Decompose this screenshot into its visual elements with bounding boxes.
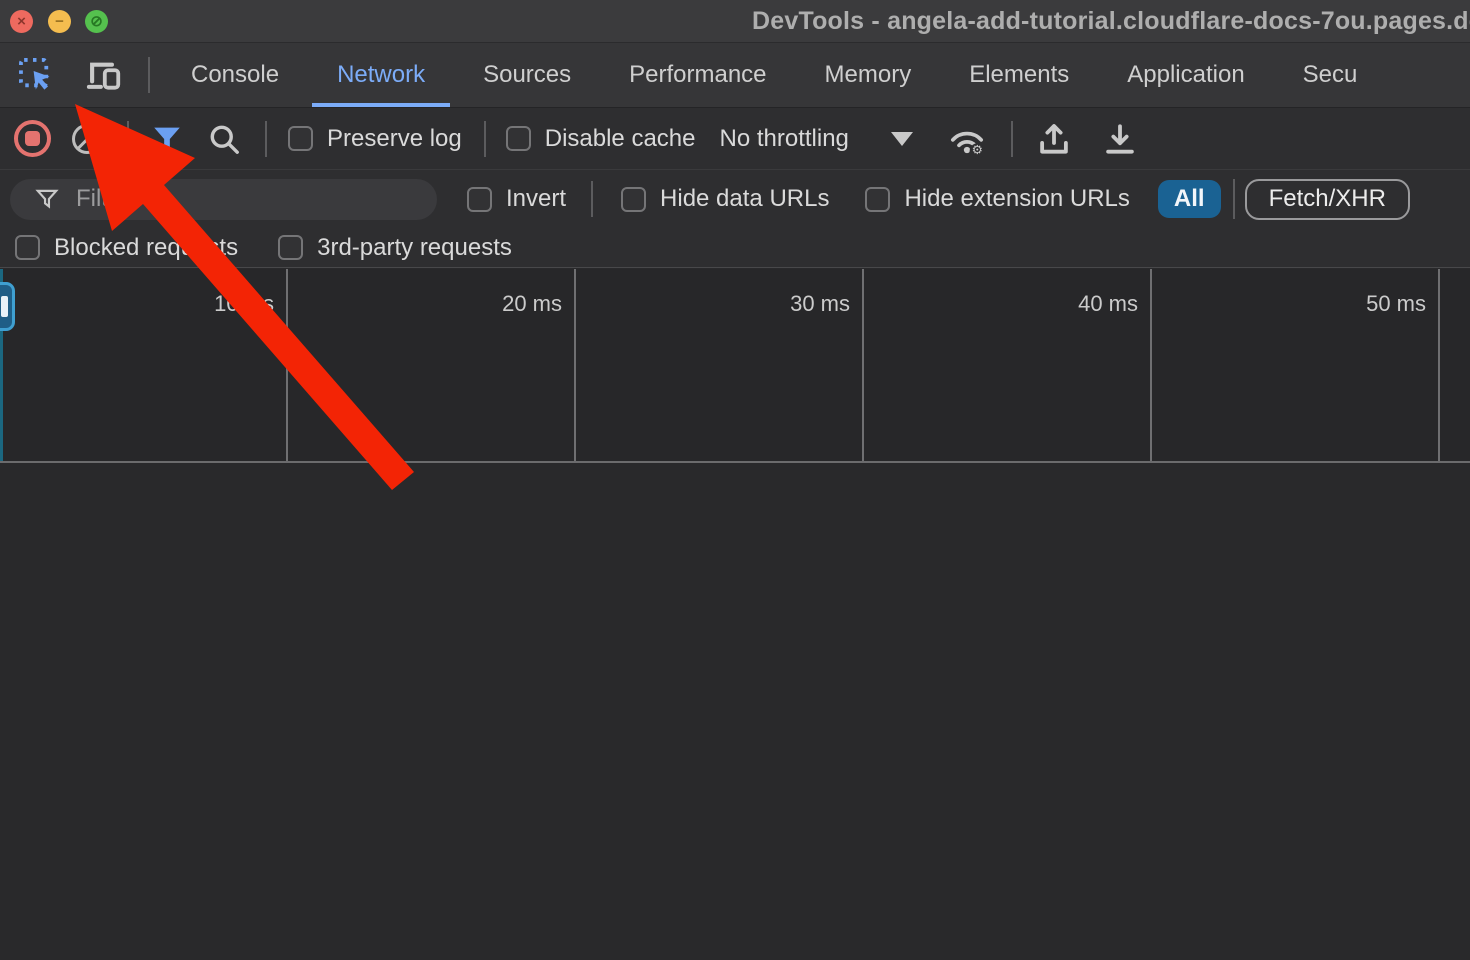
timeline-tick: 50 ms [1152, 269, 1440, 461]
export-har-button[interactable] [1101, 120, 1139, 158]
import-har-button[interactable] [1035, 120, 1073, 158]
preserve-log-label: Preserve log [327, 125, 462, 153]
divider [148, 57, 150, 93]
search-button[interactable] [206, 121, 242, 157]
wifi-gear-icon: ⚙ [947, 119, 987, 159]
record-stop-icon [25, 131, 40, 146]
divider [265, 121, 267, 157]
clear-network-log-button[interactable] [72, 124, 102, 154]
window-minimize-button[interactable]: − [48, 10, 71, 33]
divider [1233, 179, 1235, 219]
device-toolbar-button[interactable] [84, 55, 124, 95]
divider [1011, 121, 1013, 157]
download-icon [1101, 120, 1139, 158]
network-toolbar: Preserve log Disable cache No throttling… [0, 108, 1470, 170]
filter-input[interactable] [76, 185, 406, 213]
tab-performance[interactable]: Performance [600, 43, 795, 107]
tab-console[interactable]: Console [162, 43, 308, 107]
device-toolbar-icon [85, 56, 123, 94]
hide-extension-urls-checkbox[interactable] [865, 187, 890, 212]
funnel-icon [34, 186, 60, 212]
inspect-cursor-icon [17, 56, 55, 94]
throttling-select[interactable]: No throttling [719, 125, 912, 153]
network-overview-timeline[interactable]: 10 ms 20 ms 30 ms 40 ms 50 ms [0, 269, 1470, 463]
tab-network[interactable]: Network [308, 43, 454, 107]
timeline-tick: 20 ms [288, 269, 576, 461]
network-filter-row: Invert Hide data URLs Hide extension URL… [0, 170, 1470, 228]
window-close-button[interactable]: × [10, 10, 33, 33]
throttling-value: No throttling [719, 125, 848, 153]
request-type-all-button[interactable]: All [1158, 180, 1221, 218]
hide-extension-urls-label: Hide extension URLs [904, 185, 1129, 213]
filter-toggle-button[interactable] [150, 122, 184, 156]
third-party-requests-label: 3rd-party requests [317, 234, 512, 262]
invert-checkbox[interactable] [467, 187, 492, 212]
blocked-requests-label: Blocked requests [54, 234, 238, 262]
request-type-fetch-xhr-button[interactable]: Fetch/XHR [1245, 179, 1410, 220]
tab-elements[interactable]: Elements [940, 43, 1098, 107]
tab-security[interactable]: Secu [1274, 43, 1387, 107]
svg-text:⚙: ⚙ [972, 142, 983, 157]
window-titlebar: × − ⊘ DevTools - angela-add-tutorial.clo… [0, 0, 1470, 42]
disable-cache-checkbox[interactable] [506, 126, 531, 151]
divider [591, 181, 593, 217]
hide-data-urls-checkbox[interactable] [621, 187, 646, 212]
network-conditions-button[interactable]: ⚙ [947, 119, 987, 159]
magnifier-icon [206, 121, 242, 157]
funnel-icon [150, 122, 184, 156]
tab-sources[interactable]: Sources [454, 43, 600, 107]
third-party-requests-checkbox[interactable] [278, 235, 303, 260]
panel-tabs: Console Network Sources Performance Memo… [162, 43, 1386, 107]
inspect-element-button[interactable] [16, 55, 56, 95]
preserve-log-checkbox[interactable] [288, 126, 313, 151]
disable-cache-label: Disable cache [545, 125, 696, 153]
chevron-down-icon [891, 132, 913, 146]
invert-label: Invert [506, 185, 566, 213]
requests-empty-pane: Recordi Perform a request [0, 465, 1470, 960]
window-title: DevTools - angela-add-tutorial.cloudflar… [752, 7, 1470, 36]
record-network-log-button[interactable] [14, 120, 51, 157]
blocked-requests-checkbox[interactable] [15, 235, 40, 260]
upload-icon [1035, 120, 1073, 158]
divider [127, 121, 129, 157]
devtools-tabbar: Console Network Sources Performance Memo… [0, 42, 1470, 108]
timeline-tick: 30 ms [576, 269, 864, 461]
timeline-tick: 40 ms [864, 269, 1152, 461]
timeline-scroll-handle[interactable] [0, 282, 15, 331]
divider [484, 121, 486, 157]
request-filter-row: Blocked requests 3rd-party requests [0, 228, 1470, 268]
filter-input-pill[interactable] [10, 179, 437, 220]
hide-data-urls-label: Hide data URLs [660, 185, 829, 213]
window-zoom-button[interactable]: ⊘ [85, 10, 108, 33]
tab-application[interactable]: Application [1098, 43, 1273, 107]
timeline-tick: 10 ms [0, 269, 288, 461]
tab-memory[interactable]: Memory [796, 43, 941, 107]
